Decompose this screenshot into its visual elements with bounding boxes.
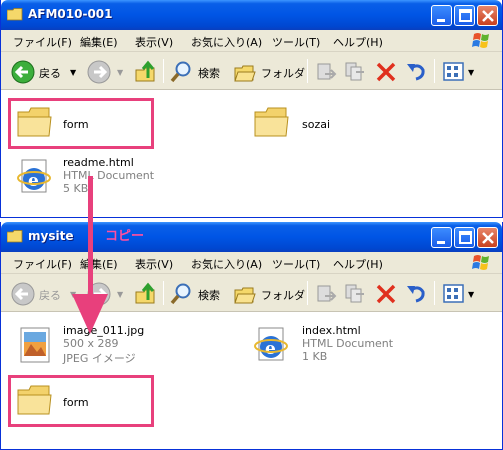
undo-icon bbox=[407, 286, 425, 303]
copy-to-icon bbox=[345, 284, 364, 303]
folder-icon bbox=[7, 230, 23, 243]
folders-label: フォルダ bbox=[261, 289, 305, 302]
item-size: 1 KB bbox=[302, 350, 328, 363]
item-name: sozai bbox=[302, 118, 331, 131]
menu-help[interactable]: ヘルプ(H) bbox=[333, 34, 383, 50]
menu-file[interactable]: ファイル(F) bbox=[13, 256, 72, 272]
move-to-button[interactable] bbox=[315, 60, 337, 84]
back-button[interactable]: 戻る ▼ bbox=[11, 60, 77, 84]
toolbar-separator bbox=[163, 59, 164, 83]
undo-button[interactable] bbox=[405, 60, 427, 84]
menu-view[interactable]: 表示(V) bbox=[135, 34, 173, 50]
search-icon bbox=[170, 61, 191, 83]
svg-text:e: e bbox=[265, 339, 276, 359]
highlight-copied-folder bbox=[8, 375, 154, 427]
window-title: AFM010-001 bbox=[28, 7, 113, 21]
delete-button[interactable] bbox=[375, 282, 397, 306]
move-to-icon bbox=[317, 285, 337, 302]
search-button[interactable]: 検索 bbox=[169, 60, 227, 84]
item-name: index.html bbox=[302, 324, 361, 337]
copy-arrow-icon bbox=[72, 176, 108, 334]
svg-text:e: e bbox=[28, 171, 39, 191]
toolbar-separator bbox=[307, 281, 308, 305]
menu-bar: ファイル(F) 編集(E) 表示(V) お気に入り(A) ツール(T) ヘルプ(… bbox=[1, 30, 502, 52]
back-arrow-icon bbox=[11, 282, 35, 306]
folders-button[interactable]: フォルダ bbox=[233, 282, 305, 306]
up-folder-icon bbox=[135, 282, 155, 304]
menu-edit[interactable]: 編集(E) bbox=[80, 34, 118, 50]
item-type: JPEG イメージ bbox=[63, 352, 136, 365]
toolbar-separator bbox=[307, 59, 308, 83]
back-button[interactable]: 戻る ▼ bbox=[11, 282, 77, 306]
ie-html-icon: e bbox=[254, 327, 288, 361]
folder-icon bbox=[254, 107, 289, 137]
menu-help[interactable]: ヘルプ(H) bbox=[333, 256, 383, 272]
menu-view[interactable]: 表示(V) bbox=[135, 256, 173, 272]
back-label: 戻る bbox=[39, 67, 61, 80]
menu-tools[interactable]: ツール(T) bbox=[272, 34, 320, 50]
maximize-button[interactable] bbox=[454, 5, 475, 26]
windows-logo-icon bbox=[472, 255, 489, 270]
views-icon bbox=[443, 284, 464, 303]
chevron-down-icon[interactable]: ▼ bbox=[117, 68, 123, 77]
folders-icon bbox=[234, 65, 256, 82]
item-type: HTML Document bbox=[302, 337, 394, 350]
folder-icon bbox=[7, 8, 23, 21]
move-to-icon bbox=[317, 63, 337, 80]
views-button[interactable]: ▼ bbox=[442, 282, 478, 306]
forward-arrow-icon bbox=[87, 60, 111, 84]
delete-icon bbox=[376, 284, 396, 304]
views-icon bbox=[443, 62, 464, 81]
toolbar: 戻る ▼ ▼ 検索 フォルダ bbox=[1, 52, 502, 90]
folders-icon bbox=[234, 287, 256, 304]
minimize-button[interactable] bbox=[431, 5, 452, 26]
copy-to-icon bbox=[345, 62, 364, 81]
item-dimensions: 500 x 289 bbox=[63, 337, 119, 350]
maximize-button[interactable] bbox=[454, 227, 475, 248]
search-button[interactable]: 検索 bbox=[169, 282, 227, 306]
undo-icon bbox=[407, 64, 425, 81]
views-button[interactable]: ▼ bbox=[442, 60, 478, 84]
move-to-button[interactable] bbox=[315, 282, 337, 306]
title-bar[interactable]: AFM010-001 bbox=[1, 0, 502, 30]
back-arrow-icon bbox=[11, 60, 35, 84]
ie-html-icon: e bbox=[17, 159, 51, 193]
search-label: 検索 bbox=[198, 67, 220, 80]
windows-logo-icon bbox=[472, 33, 489, 48]
toolbar-separator bbox=[163, 281, 164, 305]
item-name: readme.html bbox=[63, 156, 134, 169]
menu-file[interactable]: ファイル(F) bbox=[13, 34, 72, 50]
chevron-down-icon[interactable]: ▼ bbox=[117, 290, 123, 299]
delete-icon bbox=[376, 62, 396, 82]
search-label: 検索 bbox=[198, 289, 220, 302]
minimize-button[interactable] bbox=[431, 227, 452, 248]
highlight-source-folder bbox=[8, 98, 154, 149]
up-folder-button[interactable] bbox=[134, 60, 158, 84]
menu-favorites[interactable]: お気に入り(A) bbox=[191, 256, 262, 272]
folders-label: フォルダ bbox=[261, 67, 305, 80]
copy-to-button[interactable] bbox=[344, 282, 366, 306]
jpeg-image-icon bbox=[20, 327, 50, 363]
undo-button[interactable] bbox=[405, 282, 427, 306]
search-icon bbox=[170, 283, 191, 305]
chevron-down-icon[interactable]: ▼ bbox=[468, 68, 474, 77]
chevron-down-icon[interactable]: ▼ bbox=[468, 290, 474, 299]
forward-button[interactable]: ▼ bbox=[87, 60, 125, 84]
window-title: mysite bbox=[28, 229, 74, 243]
chevron-down-icon[interactable]: ▼ bbox=[70, 68, 76, 77]
up-folder-button[interactable] bbox=[134, 282, 158, 306]
close-button[interactable] bbox=[477, 5, 498, 26]
copy-to-button[interactable] bbox=[344, 60, 366, 84]
delete-button[interactable] bbox=[375, 60, 397, 84]
folders-button[interactable]: フォルダ bbox=[233, 60, 305, 84]
toolbar-separator bbox=[434, 59, 435, 83]
copy-annotation-label: コピー bbox=[105, 229, 145, 244]
close-button[interactable] bbox=[477, 227, 498, 248]
menu-tools[interactable]: ツール(T) bbox=[272, 256, 320, 272]
up-folder-icon bbox=[135, 60, 155, 82]
back-label: 戻る bbox=[39, 289, 61, 302]
toolbar-separator bbox=[434, 281, 435, 305]
menu-favorites[interactable]: お気に入り(A) bbox=[191, 34, 262, 50]
